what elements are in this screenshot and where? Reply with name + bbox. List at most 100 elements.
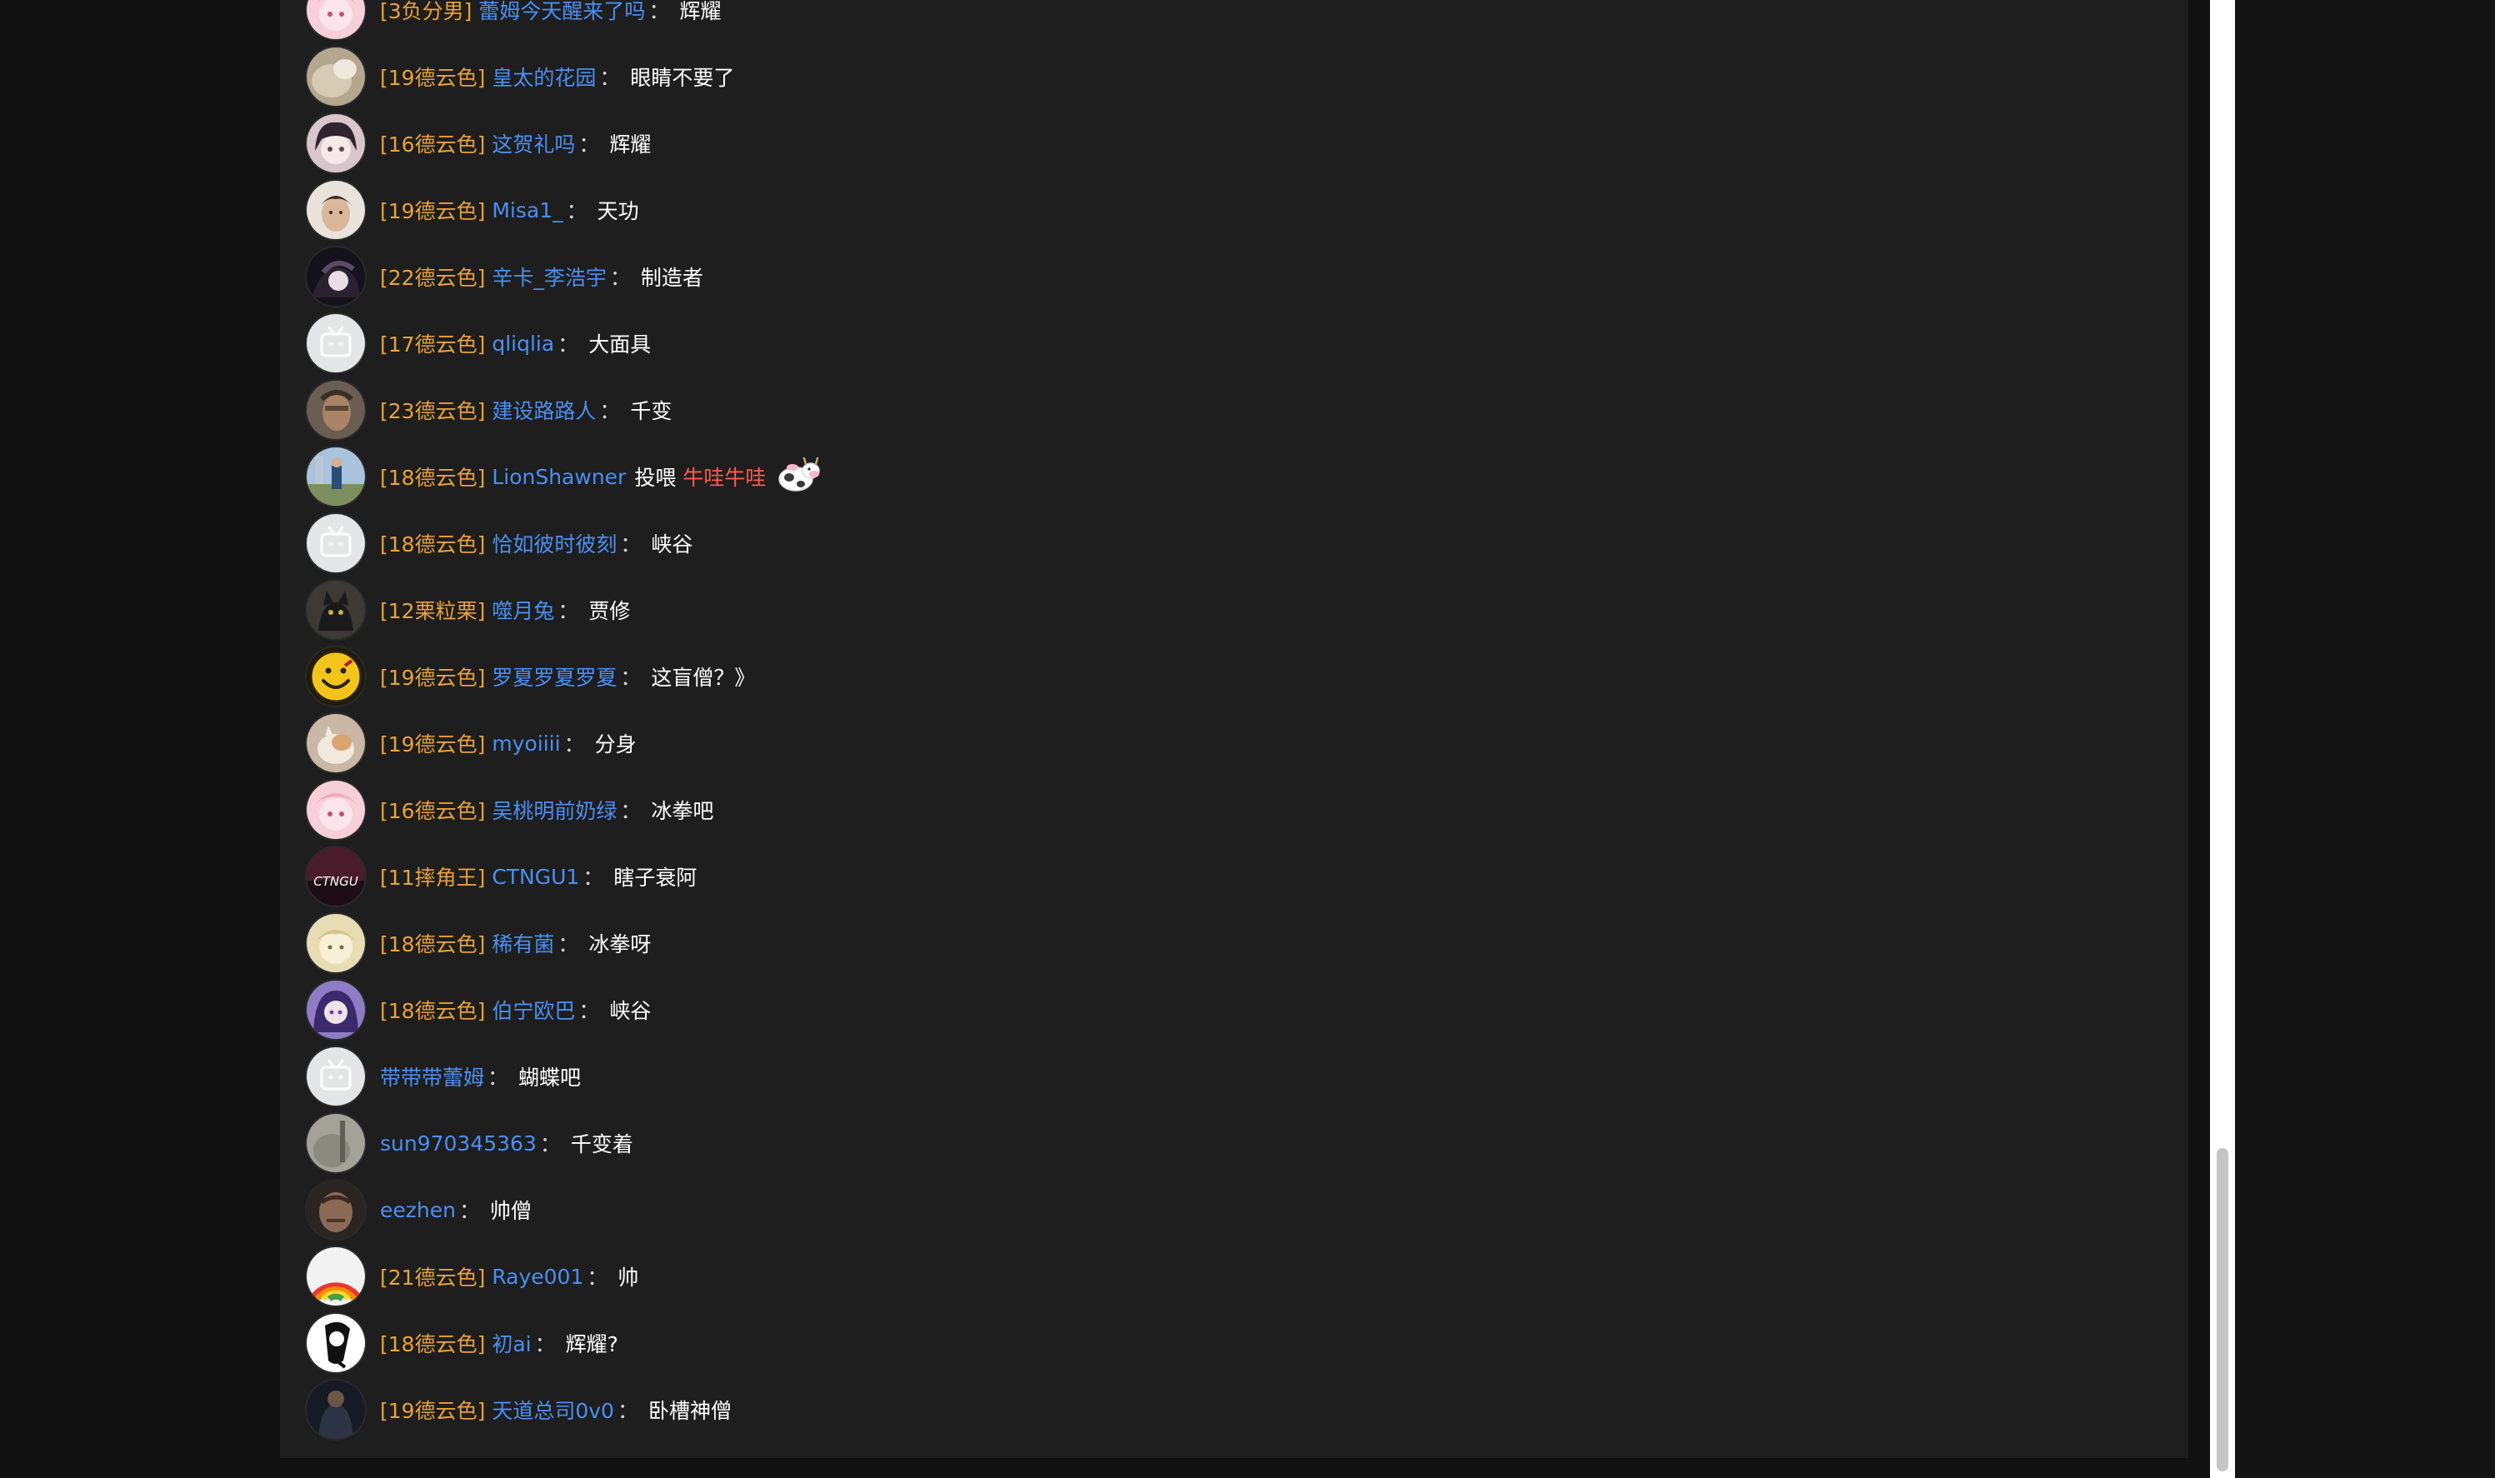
username-link[interactable]: LionShawner	[492, 465, 626, 489]
fan-medal-badge[interactable]: [18德云色]	[380, 928, 485, 958]
username-link[interactable]: 天道总司0v0	[492, 1395, 614, 1425]
user-avatar[interactable]	[307, 247, 365, 306]
message-text: 峡谷	[651, 532, 693, 557]
username-link[interactable]: sun970345363	[380, 1131, 537, 1156]
user-avatar[interactable]	[307, 781, 365, 839]
message-separator: ：	[587, 1266, 608, 1290]
username-link[interactable]: myoiiii	[492, 732, 560, 756]
chat-message-row: [18德云色] 稀有菌： 冰拳呀	[307, 910, 651, 976]
username-link[interactable]: Raye001	[492, 1265, 583, 1289]
fan-medal-badge[interactable]: [19德云色]	[380, 662, 485, 692]
user-avatar[interactable]	[307, 381, 365, 439]
message-text: 峡谷	[609, 999, 652, 1023]
fan-medal-badge[interactable]: [19德云色]	[380, 728, 485, 758]
message-text: 眼睛不要了	[630, 66, 735, 90]
user-avatar[interactable]	[307, 1047, 365, 1106]
chat-message-row: [16德云色] 吴桃明前奶绿： 冰拳吧	[307, 776, 713, 843]
gift-action-text: 投喂	[634, 466, 677, 490]
username-link[interactable]: 皇太的花园	[492, 62, 596, 92]
username-link[interactable]: 伯宁欧巴	[492, 995, 575, 1025]
message-separator: ：	[599, 66, 621, 90]
message-text: 辉耀	[679, 0, 722, 23]
fan-medal-badge[interactable]: [19德云色]	[380, 195, 485, 225]
user-avatar[interactable]	[307, 0, 365, 39]
message-text: 千变着	[570, 1132, 633, 1156]
username-link[interactable]: 带带带蕾姆	[380, 1061, 484, 1091]
user-avatar[interactable]	[307, 514, 365, 572]
user-avatar[interactable]	[307, 581, 365, 639]
message-separator: ：	[458, 1199, 480, 1223]
username-link[interactable]: 稀有菌	[492, 928, 554, 958]
user-avatar[interactable]	[307, 914, 365, 972]
chat-message-row: [18德云色] LionShawner 投喂 牛哇牛哇	[307, 443, 821, 510]
user-avatar[interactable]	[307, 981, 365, 1039]
chat-message-row: [19德云色] 皇太的花园： 眼睛不要了	[307, 43, 734, 110]
username-link[interactable]: qliqlia	[492, 332, 554, 356]
gift-name: 牛哇牛哇	[682, 466, 767, 490]
chat-message-row: [18德云色] 恰如彼时彼刻： 峡谷	[307, 510, 692, 577]
message-text: 贾修	[588, 599, 631, 623]
username-link[interactable]: 蕾姆今天醒来了吗	[478, 0, 645, 25]
message-text: 千变	[630, 399, 672, 423]
chat-message-row: sun970345363： 千变着	[307, 1110, 633, 1176]
fan-medal-badge[interactable]: [23德云色]	[380, 395, 485, 425]
message-text: 这盲僧？》	[651, 666, 756, 690]
user-avatar[interactable]	[307, 114, 365, 172]
chat-message-row: [19德云色] Misa1_： 天功	[307, 177, 639, 243]
username-link[interactable]: eezhen	[380, 1198, 456, 1222]
fan-medal-badge[interactable]: [18德云色]	[380, 528, 485, 558]
chat-message-row: [22德云色] 辛卡_李浩宇： 制造者	[307, 243, 703, 310]
fan-medal-badge[interactable]: [19德云色]	[380, 62, 485, 92]
message-text: 天功	[597, 199, 639, 223]
user-avatar[interactable]	[307, 714, 365, 772]
username-link[interactable]: 吴桃明前奶绿	[492, 795, 617, 825]
user-avatar[interactable]	[307, 47, 365, 106]
message-separator: ：	[539, 1132, 561, 1156]
message-separator: ：	[620, 799, 642, 823]
username-link[interactable]: 建设路路人	[492, 395, 596, 425]
message-separator: ：	[617, 1399, 638, 1423]
username-link[interactable]: CTNGU1	[492, 865, 579, 889]
chat-message-row: [19德云色] myoiiii： 分身	[307, 710, 637, 776]
user-avatar[interactable]	[307, 314, 365, 372]
message-text: 大面具	[588, 332, 652, 357]
user-avatar[interactable]	[307, 1381, 365, 1439]
user-avatar[interactable]	[307, 1181, 365, 1239]
cow-gift-icon	[774, 452, 821, 501]
fan-medal-badge[interactable]: [18德云色]	[380, 1328, 485, 1358]
fan-medal-badge[interactable]: [18德云色]	[380, 462, 485, 492]
fan-medal-badge[interactable]: [18德云色]	[380, 995, 485, 1025]
user-avatar[interactable]	[307, 1314, 365, 1372]
scrollbar-thumb[interactable]	[2217, 1148, 2228, 1471]
chat-message-row: [23德云色] 建设路路人： 千变	[307, 377, 672, 443]
username-link[interactable]: 恰如彼时彼刻	[492, 528, 617, 558]
user-avatar[interactable]	[307, 647, 365, 706]
chat-message-row: 带带带蕾姆： 蝴蝶吧	[307, 1043, 581, 1110]
username-link[interactable]: 罗夏罗夏罗夏	[492, 662, 617, 692]
fan-medal-badge[interactable]: [19德云色]	[380, 1395, 485, 1425]
fan-medal-badge[interactable]: [21德云色]	[380, 1261, 485, 1291]
fan-medal-badge[interactable]: [16德云色]	[380, 128, 485, 158]
user-avatar[interactable]: CTNGU	[307, 847, 365, 906]
chat-message-row: [12栗粒栗] 噬月兔： 贾修	[307, 577, 630, 643]
message-text: 辉耀	[609, 132, 652, 157]
fan-medal-badge[interactable]: [11摔角王]	[380, 861, 485, 891]
user-avatar[interactable]	[307, 1247, 365, 1306]
fan-medal-badge[interactable]: [17德云色]	[380, 328, 485, 358]
fan-medal-badge[interactable]: [12栗粒栗]	[380, 595, 485, 625]
username-link[interactable]: Misa1_	[492, 198, 562, 222]
username-link[interactable]: 初ai	[492, 1328, 531, 1358]
fan-medal-badge[interactable]: [3负分男]	[380, 0, 472, 25]
user-avatar[interactable]	[307, 447, 365, 506]
fan-medal-badge[interactable]: [16德云色]	[380, 795, 485, 825]
user-avatar[interactable]	[307, 181, 365, 239]
user-avatar[interactable]	[307, 1114, 365, 1172]
username-link[interactable]: 噬月兔	[492, 595, 554, 625]
username-link[interactable]: 辛卡_李浩宇	[492, 262, 607, 292]
chat-panel: [3负分男] 蕾姆今天醒来了吗：辉耀 [19德云色] 皇太的花园：眼睛不要了 [16德云…	[280, 0, 2188, 1458]
message-separator: ：	[578, 132, 600, 157]
scrollbar[interactable]	[2210, 0, 2235, 1478]
username-link[interactable]: 这贺礼吗	[492, 128, 575, 158]
fan-medal-badge[interactable]: [22德云色]	[380, 262, 485, 292]
message-text: 制造者	[640, 266, 703, 290]
